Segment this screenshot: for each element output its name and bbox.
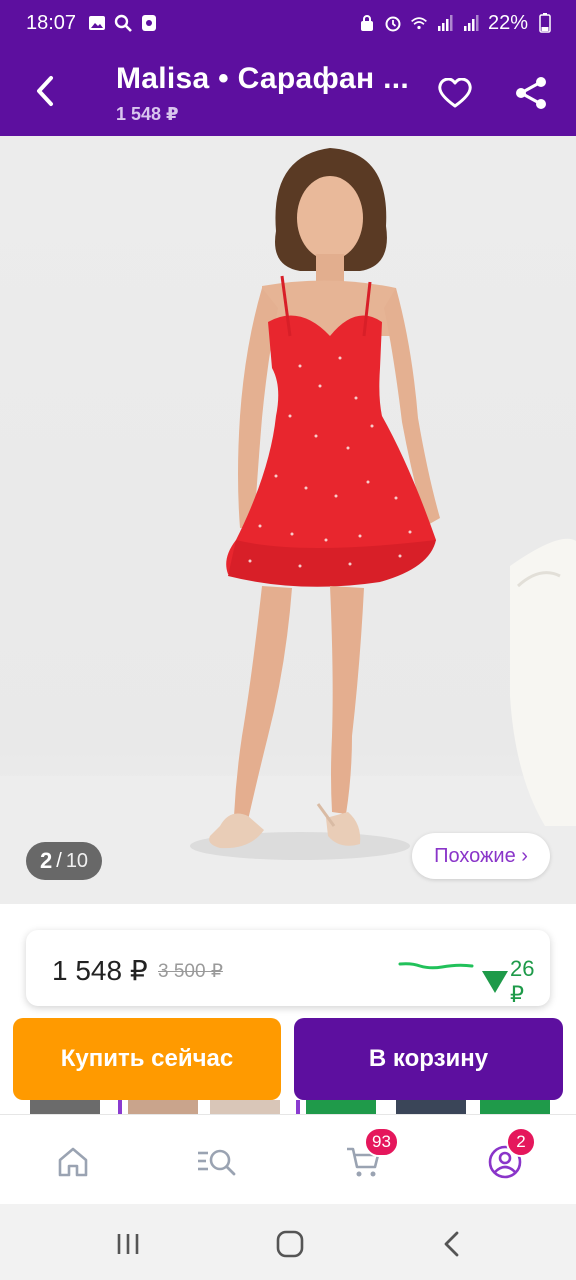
image-counter-current: 2	[40, 848, 53, 873]
price-trend-sparkline	[398, 962, 474, 970]
thumbnail	[118, 1100, 122, 1114]
add-to-cart-button[interactable]: В корзину	[294, 1018, 563, 1100]
image-counter-separator: /	[56, 849, 62, 872]
thumbnail	[396, 1100, 466, 1114]
trend-down-icon	[482, 971, 508, 993]
signal-icon	[462, 14, 480, 32]
catalog-search-icon	[198, 1149, 236, 1176]
home-icon	[58, 1147, 88, 1177]
search-icon	[114, 14, 132, 32]
signal-icon	[436, 14, 454, 32]
alarm-icon	[384, 14, 402, 32]
system-navigation	[0, 1204, 576, 1280]
current-price: 1 548 ₽	[52, 955, 148, 986]
price-card[interactable]: 1 548 ₽ 3 500 ₽ 26 ₽	[26, 930, 550, 1008]
price-trend: 26 ₽	[482, 956, 550, 1008]
thumbnail	[480, 1100, 550, 1114]
buy-now-button[interactable]: Купить сейчас	[13, 1018, 281, 1100]
old-price: 3 500 ₽	[158, 961, 223, 982]
nav-profile[interactable]: 2	[482, 1127, 536, 1185]
nav-cart[interactable]: 93	[340, 1127, 399, 1185]
back-system-button[interactable]	[432, 1224, 472, 1264]
battery-percent: 22%	[487, 11, 528, 34]
home-circle-icon	[276, 1230, 304, 1258]
recent-apps-button[interactable]	[108, 1224, 148, 1264]
share-button[interactable]	[508, 70, 554, 116]
status-time: 18:07	[26, 11, 77, 34]
app-bar: Malisa • Сарафан ... 1 548 ₽	[0, 46, 576, 136]
thumbnail	[210, 1100, 280, 1114]
status-bar: 18:07 22%	[0, 0, 576, 46]
image-icon	[88, 14, 106, 32]
cart-badge: 93	[364, 1127, 399, 1157]
share-icon	[516, 77, 546, 109]
header-price: 1 548 ₽	[116, 104, 179, 124]
back-arrow-icon	[444, 1231, 459, 1257]
thumbnail	[128, 1100, 198, 1114]
page-title: Malisa • Сарафан ...	[116, 62, 410, 95]
nav-catalog[interactable]	[194, 1139, 240, 1185]
recent-apps-icon	[117, 1234, 139, 1254]
nav-home[interactable]	[50, 1139, 96, 1185]
battery-icon	[536, 13, 554, 33]
favorite-button[interactable]	[432, 70, 478, 116]
profile-badge: 2	[506, 1127, 536, 1157]
image-counter: 2 / 10	[26, 842, 103, 880]
thumbnail	[306, 1100, 376, 1114]
chevron-left-icon	[37, 76, 53, 106]
app-icon	[140, 14, 158, 32]
heart-icon	[438, 78, 472, 108]
price-trend-value: 26 ₽	[510, 956, 535, 1007]
wifi-icon	[410, 14, 428, 32]
recommendations-peek	[0, 1100, 576, 1114]
bottom-navigation: 93 2	[0, 1114, 576, 1204]
image-counter-total: 10	[65, 849, 89, 872]
thumbnail	[296, 1100, 300, 1114]
back-button[interactable]	[22, 68, 68, 114]
product-photo[interactable]: 2 / 10 Похожие ›	[0, 136, 576, 904]
product-image	[0, 148, 576, 904]
similar-button[interactable]: Похожие ›	[412, 833, 550, 879]
lock-icon	[358, 14, 376, 32]
thumbnail	[30, 1100, 100, 1114]
home-system-button[interactable]	[270, 1224, 310, 1264]
